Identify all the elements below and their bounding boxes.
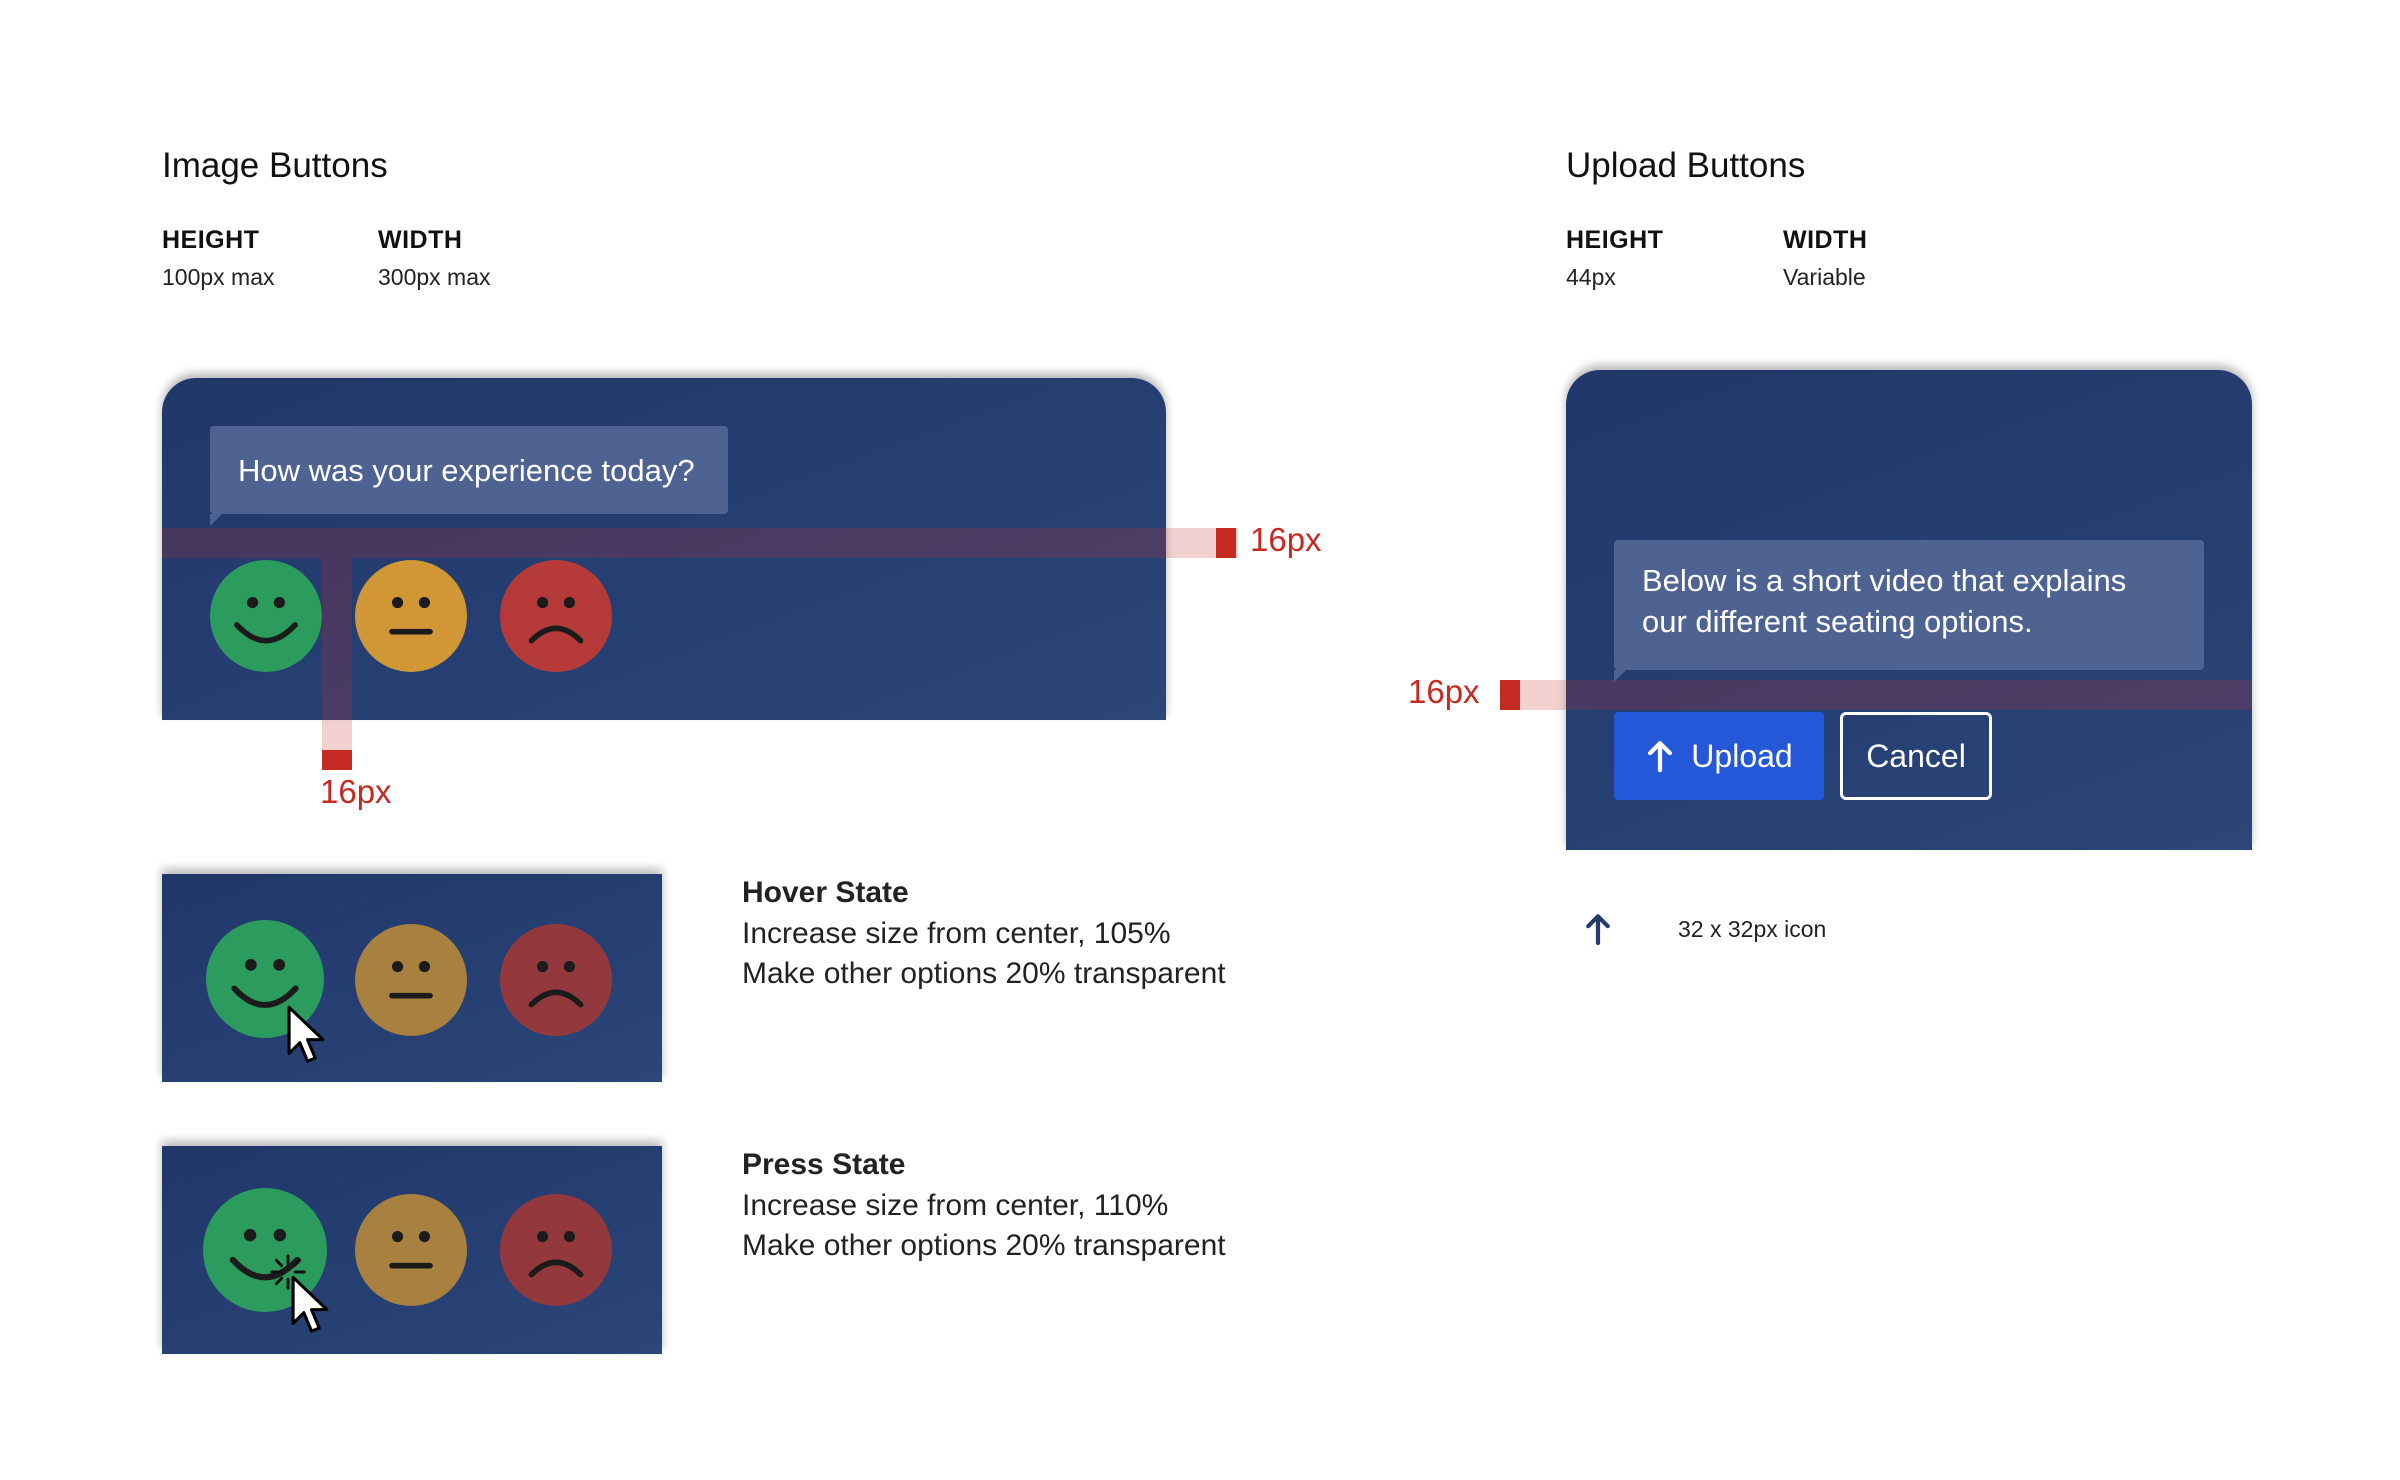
upload-height-value: 44px: [1566, 264, 1616, 290]
happy-face-icon[interactable]: [210, 560, 322, 672]
hover-state-line1: Increase size from center, 105%: [742, 917, 1171, 950]
chat-bubble: How was your experience today?: [210, 426, 728, 514]
upload-button[interactable]: Upload: [1614, 712, 1824, 800]
cursor-pointer-icon: [287, 1005, 325, 1063]
cancel-button-label: Cancel: [1866, 737, 1966, 774]
press-state-line2: Make other options 20% transparent: [742, 1229, 1226, 1262]
sad-face-icon[interactable]: [500, 924, 612, 1036]
upload-chat-panel: Below is a short video that explains our…: [1566, 370, 2252, 850]
measure-label-upload: 16px: [1408, 673, 1480, 710]
upload-width-label: WIDTH: [1783, 226, 1868, 254]
press-state-panel: [162, 1146, 662, 1354]
image-width-label: WIDTH: [378, 226, 463, 254]
measure-band-horizontal: [162, 528, 1238, 558]
upload-buttons-title: Upload Buttons: [1566, 146, 1806, 185]
press-state-line1: Increase size from center, 110%: [742, 1189, 1169, 1222]
hover-state-panel: [162, 874, 662, 1082]
upload-arrow-icon: [1586, 914, 1610, 946]
measure-label-horizontal: 16px: [1250, 521, 1322, 558]
measure-marker-upload: [1500, 680, 1520, 710]
measure-band-vertical: [322, 558, 352, 750]
icon-spec-text: 32 x 32px icon: [1678, 916, 1827, 942]
measure-marker-vertical: [322, 750, 352, 770]
image-height-value: 100px max: [162, 264, 275, 290]
upload-height-label: HEIGHT: [1566, 226, 1664, 254]
neutral-face-icon[interactable]: [355, 1194, 467, 1306]
measure-marker-horizontal: [1216, 528, 1236, 558]
upload-width-value: Variable: [1783, 264, 1866, 290]
measure-band-upload: [1500, 680, 2252, 710]
image-width-value: 300px max: [378, 264, 491, 290]
upload-arrow-icon: [1648, 741, 1673, 773]
chat-message-text: Below is a short video that explains our…: [1642, 563, 2127, 639]
upload-button-label: Upload: [1691, 737, 1793, 774]
sad-face-icon[interactable]: [500, 1194, 612, 1306]
hover-state-title: Hover State: [742, 876, 909, 909]
measure-label-vertical: 16px: [320, 773, 392, 810]
neutral-face-icon[interactable]: [355, 924, 467, 1036]
sad-face-icon[interactable]: [500, 560, 612, 672]
cursor-pointer-icon: [291, 1275, 329, 1333]
cancel-button[interactable]: Cancel: [1840, 712, 1992, 800]
image-height-label: HEIGHT: [162, 226, 260, 254]
image-buttons-title: Image Buttons: [162, 146, 388, 185]
hover-state-line2: Make other options 20% transparent: [742, 957, 1226, 990]
chat-bubble-tail: [210, 514, 222, 526]
chat-prompt-text: How was your experience today?: [238, 452, 695, 488]
press-state-title: Press State: [742, 1148, 906, 1181]
neutral-face-icon[interactable]: [355, 560, 467, 672]
chat-bubble: Below is a short video that explains our…: [1614, 540, 2204, 670]
